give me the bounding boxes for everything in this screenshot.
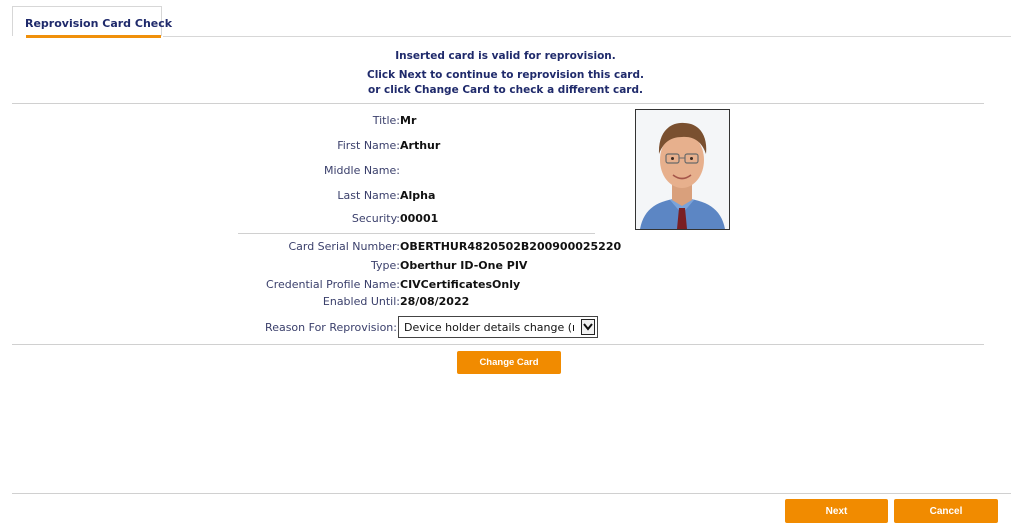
instruction-message-change: or click Change Card to check a differen…	[367, 84, 643, 96]
card-type-value: Oberthur ID-One PIV	[400, 259, 528, 272]
title-label: Title:	[372, 114, 400, 127]
tab-bar-divider	[163, 36, 1011, 37]
security-value: 00001	[400, 212, 439, 225]
title-value: Mr	[400, 114, 417, 127]
status-message: Inserted card is valid for reprovision.	[395, 50, 616, 62]
middle-name-label: Middle Name:	[324, 164, 400, 177]
instruction-message-next: Click Next to continue to reprovision th…	[367, 69, 644, 81]
reason-selected-value: Device holder details change (rev	[404, 321, 574, 334]
profile-name-value: CIVCertificatesOnly	[400, 278, 521, 291]
card-type-label: Type:	[371, 259, 400, 272]
cardholder-photo	[635, 109, 730, 230]
reason-select[interactable]: Device holder details change (rev	[398, 316, 598, 338]
security-label: Security:	[351, 212, 400, 225]
first-name-label: First Name:	[337, 139, 400, 152]
first-name-value: Arthur	[400, 139, 441, 152]
tab-label: Reprovision Card Check	[25, 17, 173, 30]
change-card-button[interactable]: Change Card	[457, 351, 561, 374]
divider-middle	[238, 233, 595, 234]
next-button[interactable]: Next	[785, 499, 888, 523]
cancel-button[interactable]: Cancel	[894, 499, 998, 523]
tab-bar: Reprovision Card Check	[0, 0, 1011, 38]
divider-top	[12, 103, 984, 104]
profile-name-label: Credential Profile Name:	[266, 278, 400, 291]
enabled-until-value: 28/08/2022	[400, 295, 470, 308]
reason-label: Reason For Reprovision:	[265, 321, 397, 334]
last-name-value: Alpha	[400, 189, 436, 202]
portrait-image	[636, 110, 729, 229]
tab-reprovision-card-check[interactable]: Reprovision Card Check	[12, 6, 172, 38]
card-serial-value: OBERTHUR4820502B200900025220	[400, 240, 622, 253]
enabled-until-label: Enabled Until:	[322, 295, 400, 308]
footer-divider	[12, 493, 1011, 494]
last-name-label: Last Name:	[337, 189, 400, 202]
card-serial-label: Card Serial Number:	[288, 240, 400, 253]
chevron-down-icon[interactable]	[581, 319, 595, 335]
tab-active-indicator	[26, 35, 161, 38]
divider-bottom	[12, 344, 984, 345]
